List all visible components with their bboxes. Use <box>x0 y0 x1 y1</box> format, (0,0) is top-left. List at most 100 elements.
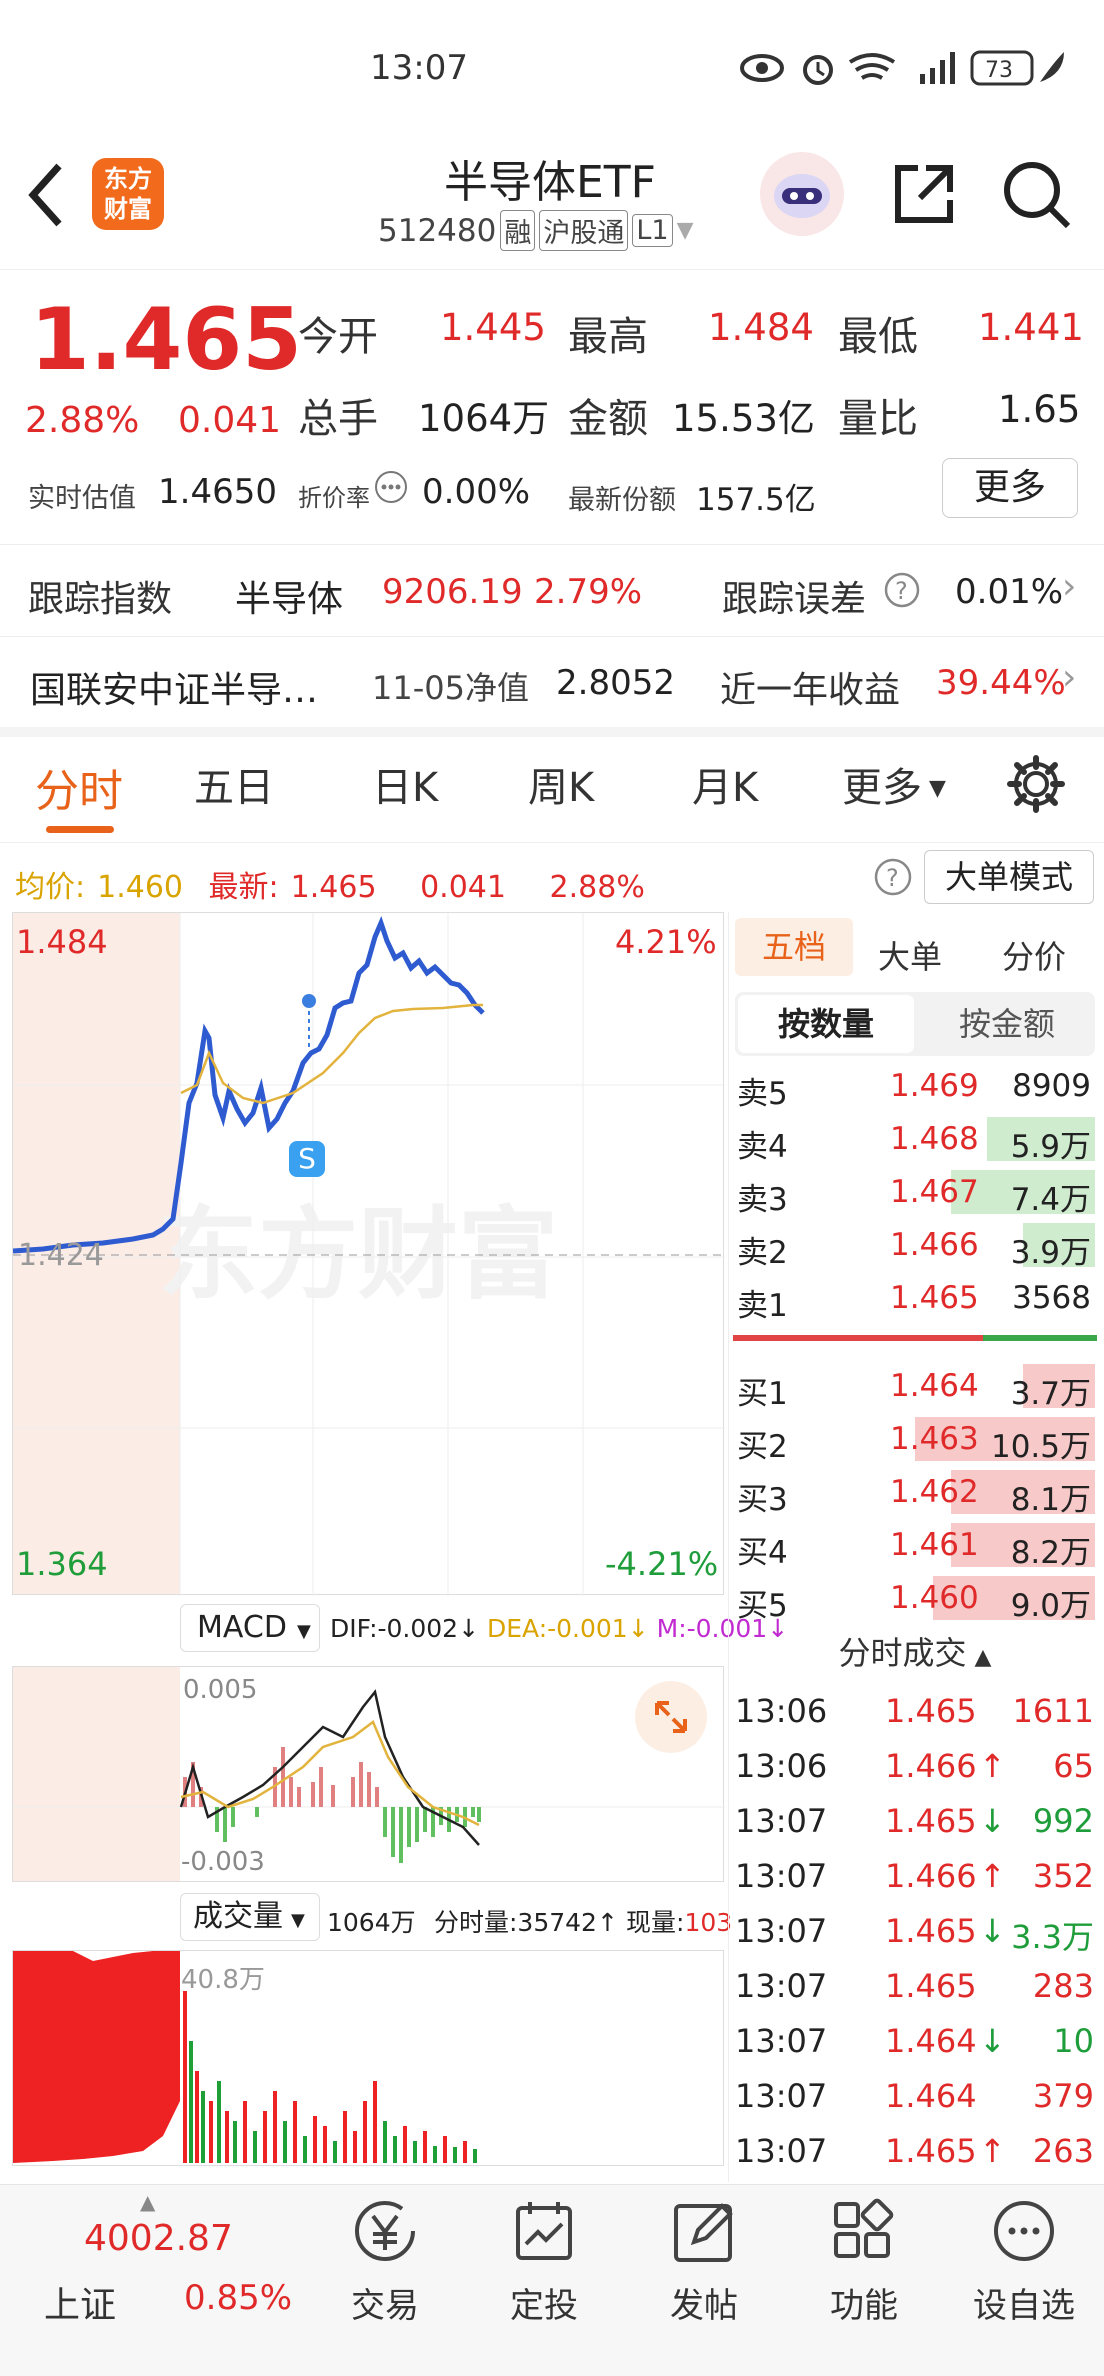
trade-volume: 992 <box>1032 1802 1094 1840</box>
info-more-icon[interactable] <box>374 470 408 504</box>
fund-name: 国联安中证半导… <box>30 670 319 711</box>
volume-now-value: 103 <box>684 1908 733 1937</box>
segment-control: 按数量 按金额 <box>735 992 1095 1056</box>
search-icon[interactable] <box>1000 158 1072 230</box>
battery-level: 73 <box>985 58 1013 83</box>
ask-price: 1.468 <box>890 1121 979 1157</box>
more-button[interactable]: 更多 <box>942 458 1078 518</box>
trades-title: 分时成交 <box>838 1634 967 1672</box>
clock: 13:07 <box>370 48 468 88</box>
trade-price: 1.464 <box>885 2077 977 2115</box>
expand-icon <box>655 1701 687 1733</box>
track-index-label: 跟踪指数 <box>28 579 173 620</box>
expand-button[interactable] <box>635 1681 707 1753</box>
ask-row[interactable]: 卖1 1.465 3568 <box>735 1272 1095 1324</box>
stock-code-row[interactable]: 512480 融 沪股通 L1 ▼ <box>378 210 694 251</box>
divider <box>728 912 729 2182</box>
bid-price: 1.460 <box>890 1580 979 1616</box>
tab-five-levels[interactable]: 五档 <box>735 918 853 976</box>
track-index-row[interactable]: 跟踪指数 半导体 9206.19 2.79% 跟踪误差 ? 0.01% › <box>0 546 1104 636</box>
volume-value: 1064万 <box>418 397 550 440</box>
tab-intraday[interactable]: 分时 <box>35 755 123 819</box>
bid-price: 1.463 <box>890 1421 979 1457</box>
ask-row[interactable]: 卖4 1.468 5.9万 <box>735 1113 1095 1165</box>
trade-row: 13:06 1.465 1611 <box>735 1686 1100 1741</box>
bid-row[interactable]: 买4 1.461 8.2万 <box>735 1519 1095 1571</box>
tab-monthly-k[interactable]: 月K <box>692 755 758 813</box>
ask-row[interactable]: 卖5 1.469 8909 <box>735 1060 1095 1112</box>
bid-level: 买2 <box>737 1429 788 1465</box>
trades-header[interactable]: 分时成交 ▲ <box>735 1628 1095 1674</box>
year-return-label: 近一年收益 <box>720 670 901 711</box>
nav-plan-label: 定投 <box>510 2286 578 2326</box>
help-icon[interactable]: ? <box>874 858 912 896</box>
svg-text:?: ? <box>895 577 908 605</box>
tab-five-day[interactable]: 五日 <box>194 755 274 813</box>
base-price-label: 1.424 <box>18 1238 104 1273</box>
volume-bars <box>13 1951 477 2163</box>
tab-big-orders[interactable]: 大单 <box>878 932 942 978</box>
seg-by-amount[interactable]: 按金额 <box>919 995 1095 1053</box>
trade-price: 1.466 <box>885 1857 977 1895</box>
ask-row[interactable]: 卖3 1.467 7.4万 <box>735 1166 1095 1218</box>
seg-by-quantity[interactable]: 按数量 <box>738 995 914 1053</box>
nav-post[interactable]: 发帖 <box>634 2198 774 2327</box>
tab-price-levels[interactable]: 分价 <box>1002 932 1066 978</box>
trade-volume: 65 <box>1053 1747 1094 1785</box>
nav-plan[interactable]: 定投 <box>474 2198 614 2327</box>
tab-more[interactable]: 更多 ▼ <box>842 755 946 813</box>
tab-weekly-k[interactable]: 周K <box>528 755 594 813</box>
nav-trade[interactable]: 交易 <box>315 2198 455 2327</box>
share-icon[interactable] <box>890 160 958 228</box>
nav-add-watchlist[interactable]: 设自选 <box>954 2198 1094 2327</box>
app-logo[interactable]: 东方 财富 <box>92 158 164 230</box>
estimate-value: 1.4650 <box>158 472 277 512</box>
tag-level: L1 <box>632 214 673 247</box>
big-order-mode-button[interactable]: 大单模式 <box>924 850 1094 904</box>
ask-row[interactable]: 卖2 1.466 3.9万 <box>735 1219 1095 1271</box>
ask-volume: 3.9万 <box>1010 1235 1091 1271</box>
trade-volume: 352 <box>1032 1857 1094 1895</box>
trade-row: 13:07 1.465 ↓ 992 <box>735 1796 1100 1851</box>
trade-price: 1.465 <box>885 1967 977 2005</box>
svg-text:?: ? <box>886 864 899 892</box>
low-label: 最低 <box>838 314 918 360</box>
trade-price: 1.466 <box>885 1747 977 1785</box>
ask-volume: 5.9万 <box>1010 1129 1091 1165</box>
tab-daily-k[interactable]: 日K <box>372 755 438 813</box>
index-value: 4002.87 <box>84 2218 233 2259</box>
caret-down-icon: ▼ <box>291 1910 305 1931</box>
volume-chart[interactable]: 40.8万 <box>12 1950 724 2166</box>
settings-gear-icon[interactable] <box>1006 754 1066 814</box>
assistant-avatar[interactable] <box>760 152 844 236</box>
macd-chart[interactable]: 0.005 -0.003 <box>12 1666 725 1882</box>
tracking-error-value: 0.01% <box>955 572 1064 612</box>
bid-level: 买4 <box>737 1535 788 1571</box>
bid-row[interactable]: 买2 1.463 10.5万 <box>735 1413 1095 1465</box>
shares-value: 157.5亿 <box>696 482 816 518</box>
trade-price: 1.465 <box>885 1692 977 1730</box>
bid-row[interactable]: 买5 1.460 9.0万 <box>735 1572 1095 1624</box>
ask-level: 卖5 <box>737 1076 788 1112</box>
trade-row: 13:07 1.465 283 <box>735 1961 1100 2016</box>
bid-row[interactable]: 买1 1.464 3.7万 <box>735 1360 1095 1412</box>
nav-function[interactable]: 功能 <box>794 2198 934 2327</box>
volume-label: 总手 <box>298 396 378 442</box>
help-icon[interactable]: ? <box>884 572 920 608</box>
volume-label: 成交量 <box>193 1899 283 1934</box>
nav-bar: 东方 财富 半导体ETF 512480 融 沪股通 L1 ▼ <box>0 130 1104 270</box>
section-gap <box>0 727 1104 737</box>
macd-selector[interactable]: MACD ▼ <box>180 1604 320 1652</box>
trade-time: 13:07 <box>735 1967 828 2005</box>
fund-row[interactable]: 国联安中证半导… 11-05净值 2.8052 近一年收益 39.44% › <box>0 637 1104 727</box>
intraday-chart[interactable]: 东方财富 S 1.484 4.21% 1.424 1.364 -4.21% <box>12 912 725 1596</box>
bid-volume: 10.5万 <box>990 1429 1091 1465</box>
back-icon[interactable] <box>25 160 65 230</box>
status-bar: 13:07 73 <box>0 0 1104 130</box>
change-percent: 2.88% <box>25 400 140 441</box>
signal-marker[interactable]: S <box>289 1141 325 1177</box>
bid-row[interactable]: 买3 1.462 8.1万 <box>735 1466 1095 1518</box>
volume-selector[interactable]: 成交量 ▼ <box>180 1893 320 1941</box>
nav-label: 11-05净值 <box>372 669 529 707</box>
index-ticker[interactable]: ▲ 4002.87 上证 0.85% <box>40 2190 300 2350</box>
